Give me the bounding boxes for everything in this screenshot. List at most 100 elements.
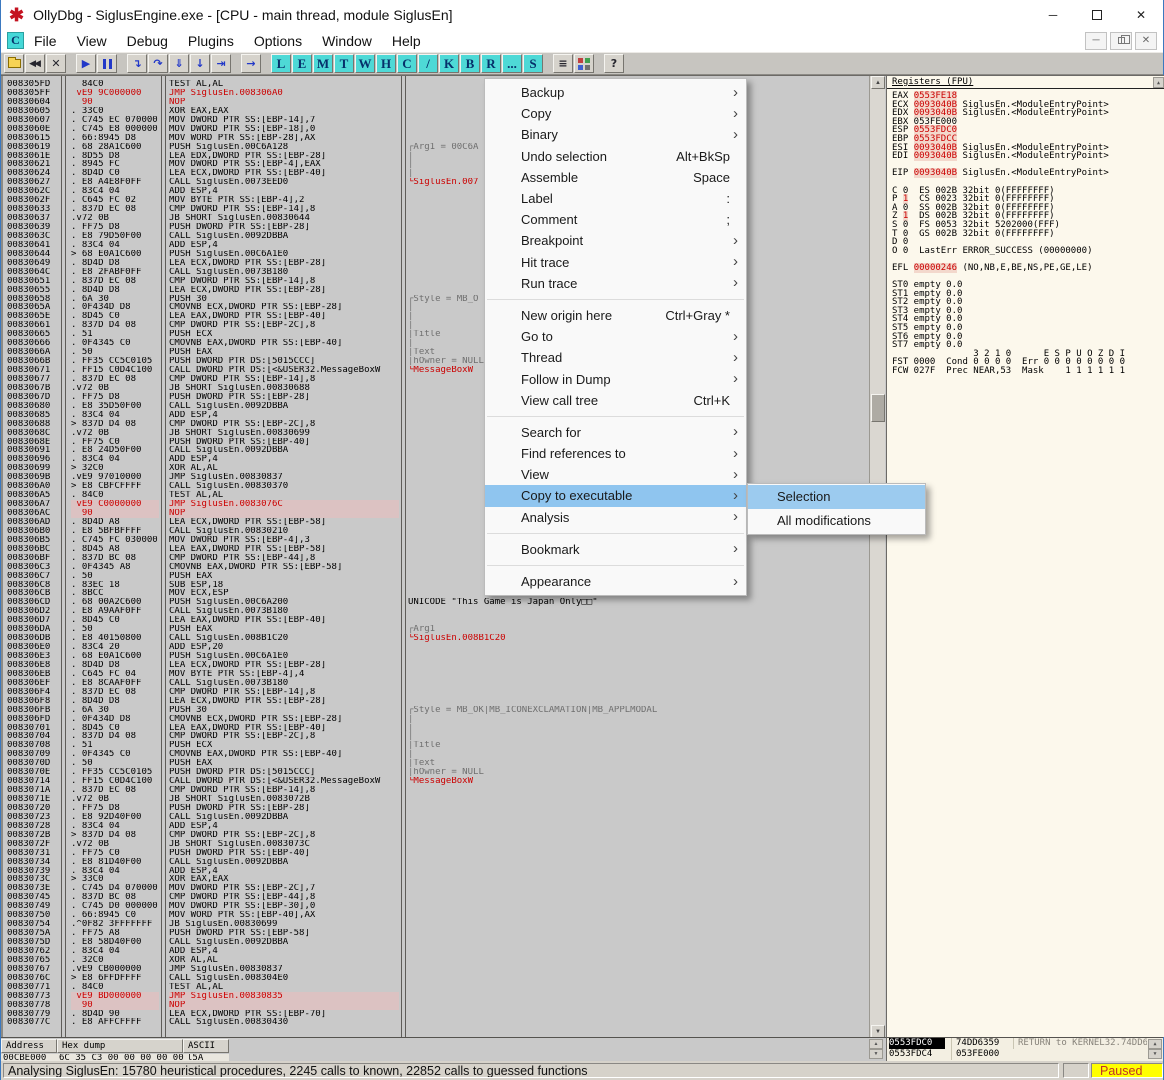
registers-scroll-up-icon[interactable]: ▲ bbox=[1153, 77, 1164, 88]
disasm-row[interactable]: 0083072B> 837D D4 08CMP DWORD PTR SS:[EB… bbox=[3, 831, 869, 840]
disasm-row[interactable]: 00830771. 84C0TEST AL,AL bbox=[3, 983, 869, 992]
memory-map-view-button[interactable]: M bbox=[313, 54, 333, 73]
call-stack-view-button[interactable]: K bbox=[439, 54, 459, 73]
register-line[interactable]: EIP 0093040B SiglusEn.<ModuleEntryPoint> bbox=[892, 169, 1164, 178]
disasm-row[interactable]: 00830750. 66:8945 C0MOV WORD PTR SS:[EBP… bbox=[3, 911, 869, 920]
cpu-window-icon[interactable]: C bbox=[7, 32, 24, 49]
menu-item-follow-in-dump[interactable]: Follow in Dump› bbox=[485, 368, 746, 389]
disasm-row[interactable]: 008306EF. E8 8CAAF0FFCALL SiglusEn.0073B… bbox=[3, 679, 869, 688]
disasm-row[interactable]: 00830773 vE9 BD000000JMP SiglusEn.008308… bbox=[3, 992, 869, 1001]
disasm-row[interactable]: 0083070D. 50PUSH EAX│Text bbox=[3, 759, 869, 768]
menu-file[interactable]: File bbox=[24, 31, 67, 51]
disasm-row[interactable]: 00830709. 0F4345 C0CMOVNB EAX,DWORD PTR … bbox=[3, 750, 869, 759]
menu-item-hit-trace[interactable]: Hit trace› bbox=[485, 252, 746, 273]
disasm-row[interactable]: 0083073C> 33C0XOR EAX,EAX bbox=[3, 875, 869, 884]
close-button[interactable]: ✕ bbox=[1119, 0, 1163, 29]
close-window-button[interactable]: ✕ bbox=[46, 54, 66, 73]
disasm-row[interactable]: 00830779. 8D4D 90LEA ECX,DWORD PTR SS:[E… bbox=[3, 1010, 869, 1019]
disasm-row[interactable]: 008306DA. 50PUSH EAX┌Arg1 bbox=[3, 625, 869, 634]
disasm-row[interactable]: 0083072F.v72 0BJB SHORT SiglusEn.0083073… bbox=[3, 840, 869, 849]
menu-item-go-to[interactable]: Go to› bbox=[485, 326, 746, 347]
maximize-button[interactable] bbox=[1075, 0, 1119, 29]
register-line[interactable]: EDI 0093040B SiglusEn.<ModuleEntryPoint> bbox=[892, 152, 1164, 161]
scroll-up-icon[interactable]: ▲ bbox=[871, 76, 885, 89]
windows-list-button[interactable]: ≡ bbox=[553, 54, 573, 73]
register-line[interactable]: FCW 027F Prec NEAR,53 Mask 1 1 1 1 1 1 bbox=[892, 367, 1164, 376]
mdi-minimize-button[interactable]: ─ bbox=[1085, 32, 1107, 50]
step-over-button[interactable]: ↷ bbox=[148, 54, 168, 73]
submenu-item-all-modifications[interactable]: All modifications bbox=[748, 509, 925, 533]
menu-item-breakpoint[interactable]: Breakpoint› bbox=[485, 230, 746, 251]
windows-view-button[interactable]: W bbox=[355, 54, 375, 73]
disasm-row[interactable]: 008306FD. 0F434D D8CMOVNB ECX,DWORD PTR … bbox=[3, 715, 869, 724]
disasm-row[interactable]: 00830714. FF15 C0D4C100CALL DWORD PTR DS… bbox=[3, 777, 869, 786]
references-view-button[interactable]: R bbox=[481, 54, 501, 73]
rewind-button[interactable]: ◀◀ bbox=[25, 54, 45, 73]
disasm-row[interactable]: 00830762. 83C4 04ADD ESP,4 bbox=[3, 947, 869, 956]
stack-panel[interactable]: ▲ ▼ 0553FDC074DD6359RETURN to KERNEL32.7… bbox=[886, 1037, 1163, 1061]
menu-item-backup[interactable]: Backup› bbox=[485, 82, 746, 103]
menu-item-label[interactable]: Label: bbox=[485, 188, 746, 209]
menu-item-comment[interactable]: Comment; bbox=[485, 209, 746, 230]
disasm-row[interactable]: 008306DB. E8 40150800CALL SiglusEn.008B1… bbox=[3, 634, 869, 643]
executable-modules-view-button[interactable]: E bbox=[292, 54, 312, 73]
menu-item-run-trace[interactable]: Run trace› bbox=[485, 273, 746, 294]
disasm-row[interactable]: 00830767.vE9 CB000000JMP SiglusEn.008308… bbox=[3, 965, 869, 974]
stack-row[interactable]: 0553FDC4053FE000 bbox=[887, 1049, 1163, 1060]
go-to-address-button[interactable]: → bbox=[241, 54, 261, 73]
disasm-row[interactable]: 008306E8. 8D4D D8LEA ECX,DWORD PTR SS:[E… bbox=[3, 661, 869, 670]
log-view-button[interactable]: L bbox=[271, 54, 291, 73]
menu-item-undo-selection[interactable]: Undo selectionAlt+BkSp bbox=[485, 146, 746, 167]
disasm-row[interactable]: 00830704. 837D D4 08CMP DWORD PTR SS:[EB… bbox=[3, 732, 869, 741]
menu-item-analysis[interactable]: Analysis› bbox=[485, 507, 746, 528]
disasm-row[interactable]: 008306FB. 6A 30PUSH 30┌Style = MB_OK|MB_… bbox=[3, 706, 869, 715]
submenu-item-selection[interactable]: Selection bbox=[748, 485, 925, 509]
disasm-row[interactable]: 008306E0. 83C4 20ADD ESP,20 bbox=[3, 643, 869, 652]
menu-item-appearance[interactable]: Appearance› bbox=[485, 571, 746, 592]
disasm-row[interactable]: 00830723. E8 92D40F00CALL SiglusEn.0092D… bbox=[3, 813, 869, 822]
menu-item-copy-to-executable[interactable]: Copy to executable› bbox=[485, 485, 746, 506]
step-into-button[interactable]: ↴ bbox=[127, 54, 147, 73]
menu-item-view-call-tree[interactable]: View call treeCtrl+K bbox=[485, 390, 746, 411]
disasm-row[interactable]: 0083070E. FF35 CC5C0105PUSH DWORD PTR DS… bbox=[3, 768, 869, 777]
dump-scroll-down-icon[interactable]: ▼ bbox=[869, 1049, 883, 1059]
help-button[interactable]: ? bbox=[604, 54, 624, 73]
minimize-button[interactable]: ─ bbox=[1031, 0, 1075, 29]
menu-item-search-for[interactable]: Search for› bbox=[485, 422, 746, 443]
open-file-button[interactable] bbox=[4, 54, 24, 73]
threads-view-button[interactable]: T bbox=[334, 54, 354, 73]
disasm-row[interactable]: 00830701. 8D45 C0LEA EAX,DWORD PTR SS:[E… bbox=[3, 724, 869, 733]
mdi-restore-button[interactable] bbox=[1110, 32, 1132, 50]
menu-item-bookmark[interactable]: Bookmark› bbox=[485, 539, 746, 560]
disasm-row[interactable]: 0083077C. E8 AFFCFFFFCALL SiglusEn.00830… bbox=[3, 1018, 869, 1027]
menu-item-find-references-to[interactable]: Find references to› bbox=[485, 443, 746, 464]
menu-item-binary[interactable]: Binary› bbox=[485, 124, 746, 145]
register-line[interactable]: EFL 00000246 (NO,NB,E,BE,NS,PE,GE,LE) bbox=[892, 264, 1164, 273]
run-trace-view-button[interactable]: ... bbox=[502, 54, 522, 73]
disasm-row[interactable]: 00830708. 51PUSH ECX│Title bbox=[3, 741, 869, 750]
disasm-row[interactable]: 00830749. C745 D0 000000MOV DWORD PTR SS… bbox=[3, 902, 869, 911]
disasm-row[interactable]: 0083076C> E8 6FFDFFFFCALL SiglusEn.00830… bbox=[3, 974, 869, 983]
menu-item-copy[interactable]: Copy› bbox=[485, 103, 746, 124]
disasm-row[interactable]: 00830731. FF75 C0PUSH DWORD PTR SS:[EBP-… bbox=[3, 849, 869, 858]
dump-header-address[interactable]: Address bbox=[1, 1039, 57, 1053]
disasm-row[interactable]: 008306F4. 837D EC 08CMP DWORD PTR SS:[EB… bbox=[3, 688, 869, 697]
disasm-row[interactable]: 00830765. 32C0XOR AL,AL bbox=[3, 956, 869, 965]
menu-item-new-origin-here[interactable]: New origin hereCtrl+Gray * bbox=[485, 305, 746, 326]
menu-item-thread[interactable]: Thread› bbox=[485, 347, 746, 368]
disasm-row[interactable]: 00830754.^0F82 3FFFFFFFJB SiglusEn.00830… bbox=[3, 920, 869, 929]
disasm-row[interactable]: 008306D7. 8D45 C0LEA EAX,DWORD PTR SS:[E… bbox=[3, 616, 869, 625]
disasm-row[interactable]: 0083075D. E8 58D40F00CALL SiglusEn.0092D… bbox=[3, 938, 869, 947]
dump-header-ascii[interactable]: ASCII bbox=[183, 1039, 229, 1053]
disasm-row[interactable]: 00830745. 837D BC 08CMP DWORD PTR SS:[EB… bbox=[3, 893, 869, 902]
menu-options[interactable]: Options bbox=[244, 31, 312, 51]
disasm-row[interactable]: 008306E3. 68 E0A1C600PUSH SiglusEn.00C6A… bbox=[3, 652, 869, 661]
menu-item-view[interactable]: View› bbox=[485, 464, 746, 485]
animate-over-button[interactable]: ↓ bbox=[190, 54, 210, 73]
registers-panel[interactable]: Registers (FPU) < EAX 0553FE18ECX 009304… bbox=[886, 76, 1164, 1037]
animate-into-button[interactable]: ⇓ bbox=[169, 54, 189, 73]
disasm-row[interactable]: 0083073E. C745 D4 070000MOV DWORD PTR SS… bbox=[3, 884, 869, 893]
menu-view[interactable]: View bbox=[67, 31, 117, 51]
disasm-row[interactable]: 00830734. E8 81D40F00CALL SiglusEn.0092D… bbox=[3, 858, 869, 867]
disasm-row[interactable]: 008306EB. C645 FC 04MOV BYTE PTR SS:[EBP… bbox=[3, 670, 869, 679]
